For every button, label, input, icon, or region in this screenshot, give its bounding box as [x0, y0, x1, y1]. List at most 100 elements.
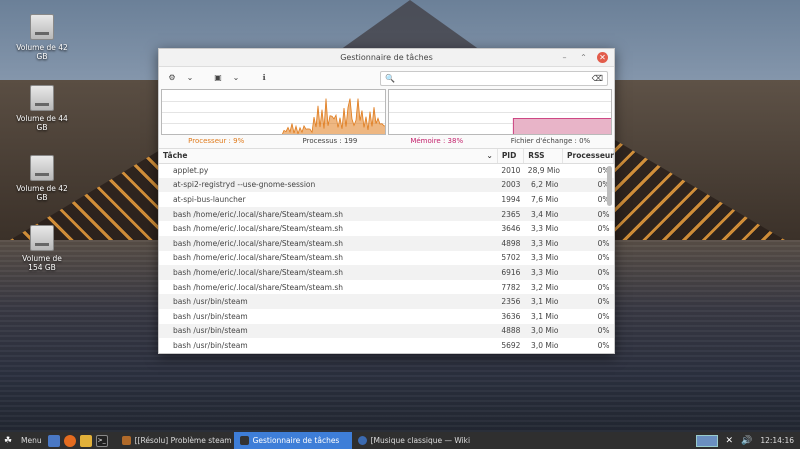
table-row[interactable]: bash /home/eric/.local/share/Steam/steam… — [159, 251, 614, 266]
menu-button[interactable]: ☘ Menu — [0, 432, 46, 449]
process-name: bash /home/eric/.local/share/Steam/steam… — [173, 253, 344, 263]
window-titlebar[interactable]: Gestionnaire de tâches – ⌃ ✕ — [159, 49, 614, 67]
process-cpu: 0% — [562, 265, 614, 280]
process-cpu: 0% — [562, 323, 614, 339]
column-header-pid[interactable]: PID — [497, 149, 525, 164]
network-icon[interactable]: ✕ — [726, 436, 734, 446]
settings-icon[interactable]: ⚙ — [165, 71, 179, 85]
process-rss: 3,3 Mio — [531, 224, 559, 234]
search-box: 🔍 ⌫ — [380, 70, 608, 86]
process-rss: 3,4 Mio — [523, 206, 563, 222]
process-name: bash /usr/bin/steam — [159, 294, 498, 309]
table-row[interactable]: at-spi2-registryd --use-gnome-session 200… — [159, 177, 614, 193]
table-row[interactable]: bash /home/eric/.local/share/Steam/steam… — [159, 221, 614, 236]
workspace-switcher[interactable] — [695, 434, 718, 447]
table-row[interactable]: bash /home/eric/.local/share/Steam/steam… — [159, 265, 614, 280]
task-label: [Musique classique — Wiki... — [370, 436, 470, 445]
taskbar-task-wiki[interactable]: [Musique classique — Wiki... — [352, 432, 470, 449]
process-name: at-spi2-registryd --use-gnome-session — [159, 177, 498, 193]
desktop-icon-label: Volume de 154 GB — [22, 254, 62, 272]
table-row[interactable]: bash /usr/bin/steam 3636 3,1 Mio 0% — [159, 309, 614, 324]
taskbar-task-forum[interactable]: [[Résolu] Problème steam /... — [116, 432, 234, 449]
desktop-volume-42gb-1[interactable]: Volume de 42 GB — [14, 14, 70, 61]
table-row[interactable]: bash /home/eric/.local/share/Steam/steam… — [159, 235, 614, 251]
process-table-container: Tâche ⌄ PID RSS Processeur applet.py 2010… — [159, 148, 614, 353]
process-rss: 3,3 Mio — [523, 265, 563, 280]
taskbar-task-manager[interactable]: Gestionnaire de tâches — [233, 432, 352, 449]
process-name: bash /home/eric/.local/share/Steam/steam… — [173, 282, 344, 292]
table-row[interactable]: bash /usr/bin/steam 4888 3,0 Mio 0% — [159, 323, 614, 339]
firefox-icon[interactable] — [63, 434, 76, 447]
process-pid: 6916 — [497, 265, 524, 280]
table-row[interactable]: bash /usr/bin/steam 5692 3,0 Mio 0% — [159, 338, 614, 353]
table-row[interactable]: applet.py 2010 28,9 Mio 0% — [159, 163, 614, 178]
process-pid: 3636 — [501, 311, 521, 321]
process-name: bash /home/eric/.local/share/Steam/steam… — [159, 235, 498, 251]
process-rss: 28,9 Mio — [527, 166, 561, 176]
info-icon[interactable]: ℹ — [257, 71, 271, 85]
process-cpu: 0% — [597, 224, 610, 234]
sort-chevron-icon: ⌄ — [486, 151, 493, 161]
desktop-volume-42gb-2[interactable]: Volume de 42 GB — [14, 155, 70, 202]
clear-icon[interactable]: ⌫ — [592, 74, 603, 83]
settings-dropdown-icon[interactable]: ⌄ — [183, 71, 197, 85]
close-button[interactable]: ✕ — [597, 52, 608, 63]
task-manager-window: Gestionnaire de tâches – ⌃ ✕ ⚙ ⌄ ▣ ⌄ ℹ 🔍… — [158, 48, 615, 354]
table-row[interactable]: bash /home/eric/.local/share/Steam/steam… — [159, 280, 614, 295]
maximize-button[interactable]: ⌃ — [578, 52, 589, 63]
task-label: [[Résolu] Problème steam /... — [134, 436, 234, 445]
view-icon[interactable]: ▣ — [211, 71, 225, 85]
process-pid: 7782 — [501, 282, 521, 292]
process-name: bash /usr/bin/steam — [173, 311, 248, 321]
desktop-volume-44gb[interactable]: Volume de 44 GB — [14, 85, 70, 132]
process-cpu: 0% — [562, 177, 614, 193]
process-name: bash /home/eric/.local/share/Steam/steam… — [173, 224, 344, 234]
process-rss: 3,0 Mio — [523, 323, 563, 339]
window-icon — [121, 436, 131, 445]
process-cpu: 0% — [562, 235, 614, 251]
search-input[interactable] — [394, 72, 592, 84]
show-desktop-icon[interactable] — [47, 434, 60, 447]
drive-icon — [30, 155, 54, 181]
process-cpu: 0% — [562, 294, 614, 309]
clock[interactable]: 12:14:16 — [760, 436, 794, 445]
drive-icon — [30, 14, 54, 40]
process-cpu: 0% — [562, 206, 614, 222]
process-cpu: 0% — [597, 194, 610, 204]
column-header-rss[interactable]: RSS — [523, 149, 564, 164]
process-pid: 1994 — [501, 194, 521, 204]
desktop-icon-label: Volume de 42 GB — [16, 184, 68, 202]
process-cpu: 0% — [597, 282, 610, 292]
table-scrollbar[interactable] — [607, 166, 612, 206]
toolbar: ⚙ ⌄ ▣ ⌄ ℹ 🔍 ⌫ — [159, 67, 614, 89]
cpu-usage-area — [282, 98, 385, 134]
memory-usage-area — [512, 118, 612, 134]
monitor-graphs — [159, 89, 614, 135]
files-icon[interactable] — [79, 434, 92, 447]
memory-graph — [387, 89, 612, 135]
process-cpu: 0% — [597, 253, 610, 263]
column-header-cpu[interactable]: Processeur — [562, 149, 614, 164]
column-header-task[interactable]: Tâche ⌄ — [159, 149, 498, 164]
process-rss: 3,1 Mio — [531, 311, 559, 321]
view-dropdown-icon[interactable]: ⌄ — [229, 71, 243, 85]
process-rss: 3,3 Mio — [531, 253, 559, 263]
terminal-icon[interactable]: >_ — [95, 434, 108, 447]
desktop-icon-label: Volume de 42 GB — [16, 43, 68, 61]
table-row[interactable]: bash /usr/bin/steam 2356 3,1 Mio 0% — [159, 294, 614, 309]
process-rss: 3,2 Mio — [531, 282, 559, 292]
cpu-history-chart — [282, 98, 385, 134]
process-rss: 7,6 Mio — [531, 194, 559, 204]
volume-icon[interactable]: 🔊 — [741, 436, 752, 446]
cpu-graph — [161, 89, 386, 135]
cpu-label: Processeur : 9% — [188, 136, 245, 145]
process-pid: 3646 — [501, 224, 521, 234]
table-row[interactable]: at-spi-bus-launcher 1994 7,6 Mio 0% — [159, 192, 614, 207]
process-cpu: 0% — [597, 311, 610, 321]
minimize-button[interactable]: – — [559, 52, 570, 63]
table-row[interactable]: bash /home/eric/.local/share/Steam/steam… — [159, 206, 614, 222]
task-label: Gestionnaire de tâches — [252, 436, 340, 445]
desktop-volume-154gb[interactable]: Volume de 154 GB — [14, 225, 70, 272]
process-pid: 5692 — [501, 340, 521, 350]
drive-icon — [30, 225, 54, 251]
